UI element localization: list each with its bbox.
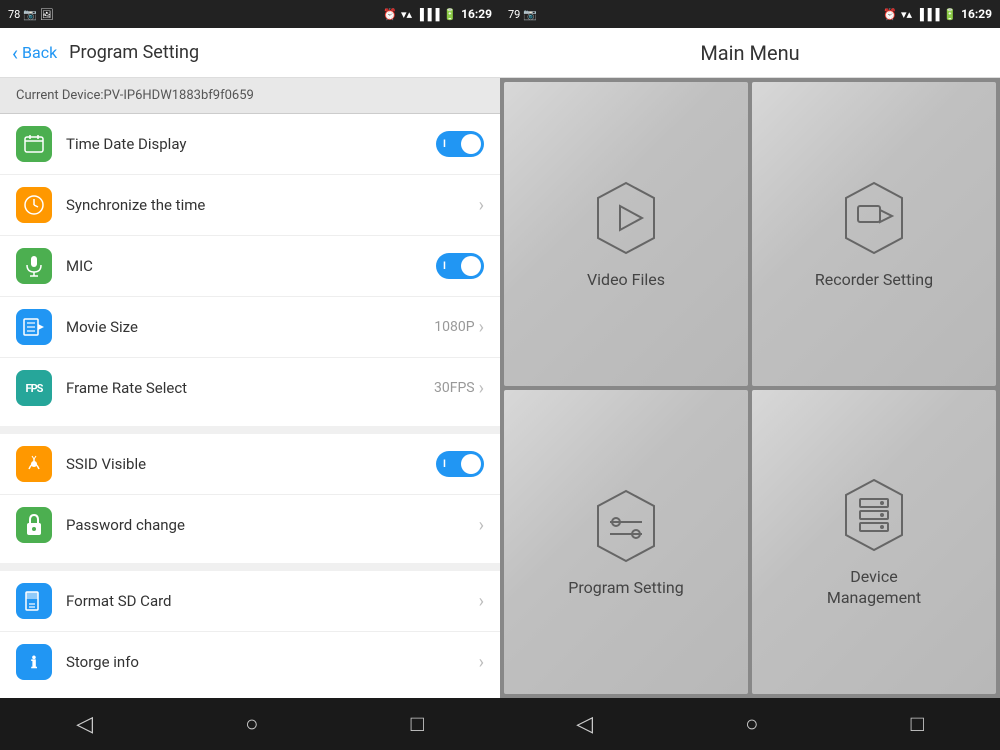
format-sd-icon (16, 583, 52, 619)
menu-tile-recorder-setting[interactable]: Recorder Setting (752, 82, 996, 386)
time-date-toggle[interactable]: I (436, 131, 484, 157)
setting-ssid[interactable]: SSID Visible I (0, 434, 500, 495)
device-info: Current Device:PV-IP6HDW1883bf9f0659 (0, 78, 500, 114)
mic-toggle[interactable]: I (436, 253, 484, 279)
menu-tile-program-setting[interactable]: Program Setting (504, 390, 748, 694)
status-right-right-icons: ⏰ ▾▴ ▐▐▐ 🔋 16:29 (883, 7, 992, 21)
time-date-icon (16, 126, 52, 162)
sync-time-icon (16, 187, 52, 223)
settings-list: Time Date Display I Synchronize the time… (0, 114, 500, 698)
settings-section-1: Time Date Display I Synchronize the time… (0, 114, 500, 418)
setting-format-sd[interactable]: Format SD Card › (0, 571, 500, 632)
status-left-icons: 78 📷 🖼 (8, 8, 53, 21)
mic-icon (16, 248, 52, 284)
wifi-icon: ▾▴ (401, 8, 412, 21)
storage-info-chevron: › (479, 652, 484, 673)
sync-time-chevron: › (479, 195, 484, 216)
status-right-left-icons: 79 📷 (508, 8, 537, 21)
ssid-icon (16, 446, 52, 482)
program-setting-label: Program Setting (568, 578, 683, 599)
status-bar-left: 78 📷 🖼 ⏰ ▾▴ ▐▐▐ 🔋 16:29 (0, 0, 500, 28)
nav-back-right[interactable]: ◁ (556, 704, 613, 745)
alarm-icon: ⏰ (383, 8, 397, 21)
settings-section-2: SSID Visible I Password change › (0, 434, 500, 555)
time-date-label: Time Date Display (66, 135, 436, 153)
back-chevron-icon: ‹ (12, 41, 18, 65)
signal-icon-right: ▐▐▐ (916, 8, 939, 21)
alarm-icon-right: ⏰ (883, 8, 897, 21)
video-files-icon (586, 178, 666, 258)
app-header: ‹ Back Program Setting (0, 28, 500, 78)
movie-size-chevron: › (479, 317, 484, 338)
movie-size-label: Movie Size (66, 318, 434, 336)
storage-info-label: Storge info (66, 653, 479, 671)
password-icon (16, 507, 52, 543)
program-setting-icon (586, 486, 666, 566)
recorder-setting-label: Recorder Setting (815, 270, 933, 291)
wifi-icon-right: ▾▴ (901, 8, 912, 21)
signal-icon: ▐▐▐ (416, 8, 439, 21)
section-divider-1 (0, 426, 500, 434)
frame-rate-value: 30FPS (434, 380, 475, 396)
bottom-nav-left: ◁ ○ □ (0, 698, 500, 750)
setting-frame-rate[interactable]: FPS Frame Rate Select 30FPS › (0, 358, 500, 418)
setting-time-date[interactable]: Time Date Display I (0, 114, 500, 175)
back-label: Back (22, 43, 57, 62)
left-phone-panel: 78 📷 🖼 ⏰ ▾▴ ▐▐▐ 🔋 16:29 ‹ Back Program S… (0, 0, 500, 750)
device-management-icon (834, 475, 914, 555)
page-title: Program Setting (69, 42, 199, 63)
status-time-right: 16:29 (961, 7, 992, 21)
setting-mic[interactable]: MIC I (0, 236, 500, 297)
right-phone-panel: 79 📷 ⏰ ▾▴ ▐▐▐ 🔋 16:29 Main Menu Video Fi… (500, 0, 1000, 750)
nav-back-left[interactable]: ◁ (56, 704, 113, 745)
storage-info-icon: ℹ (16, 644, 52, 680)
nav-home-left[interactable]: ○ (225, 703, 278, 745)
notification-icons: 78 📷 🖼 (8, 8, 53, 21)
setting-password[interactable]: Password change › (0, 495, 500, 555)
status-bar-right: 79 📷 ⏰ ▾▴ ▐▐▐ 🔋 16:29 (500, 0, 1000, 28)
status-right-icons: ⏰ ▾▴ ▐▐▐ 🔋 16:29 (383, 7, 492, 21)
setting-storage-info[interactable]: ℹ Storge info › (0, 632, 500, 692)
notification-icons-right: 79 📷 (508, 8, 537, 21)
section-divider-2 (0, 563, 500, 571)
movie-size-icon (16, 309, 52, 345)
nav-recent-left[interactable]: □ (391, 703, 444, 745)
format-sd-chevron: › (479, 591, 484, 612)
frame-rate-label: Frame Rate Select (66, 379, 434, 397)
battery-icon-right: 🔋 (943, 8, 957, 21)
menu-tile-device-management[interactable]: Device Management (752, 390, 996, 694)
setting-movie-size[interactable]: Movie Size 1080P › (0, 297, 500, 358)
battery-icon: 🔋 (443, 8, 457, 21)
frame-rate-icon: FPS (16, 370, 52, 406)
movie-size-value: 1080P (434, 319, 474, 335)
nav-home-right[interactable]: ○ (725, 703, 778, 745)
settings-section-3: Format SD Card › ℹ Storge info › (0, 571, 500, 692)
main-menu-header: Main Menu (500, 28, 1000, 78)
bottom-nav-right: ◁ ○ □ (500, 698, 1000, 750)
mic-label: MIC (66, 257, 436, 275)
frame-rate-chevron: › (479, 378, 484, 399)
back-button[interactable]: ‹ Back (12, 41, 57, 65)
ssid-toggle[interactable]: I (436, 451, 484, 477)
device-management-label: Device Management (827, 567, 921, 609)
main-menu-title: Main Menu (700, 41, 799, 65)
menu-grid: Video Files Recorder Setting (500, 78, 1000, 698)
menu-tile-video-files[interactable]: Video Files (504, 82, 748, 386)
sync-time-label: Synchronize the time (66, 196, 479, 214)
recorder-setting-icon (834, 178, 914, 258)
nav-recent-right[interactable]: □ (891, 703, 944, 745)
ssid-label: SSID Visible (66, 455, 436, 473)
format-sd-label: Format SD Card (66, 592, 479, 610)
password-chevron: › (479, 515, 484, 536)
setting-sync-time[interactable]: Synchronize the time › (0, 175, 500, 236)
video-files-label: Video Files (587, 270, 665, 291)
password-label: Password change (66, 516, 479, 534)
status-time-left: 16:29 (461, 7, 492, 21)
